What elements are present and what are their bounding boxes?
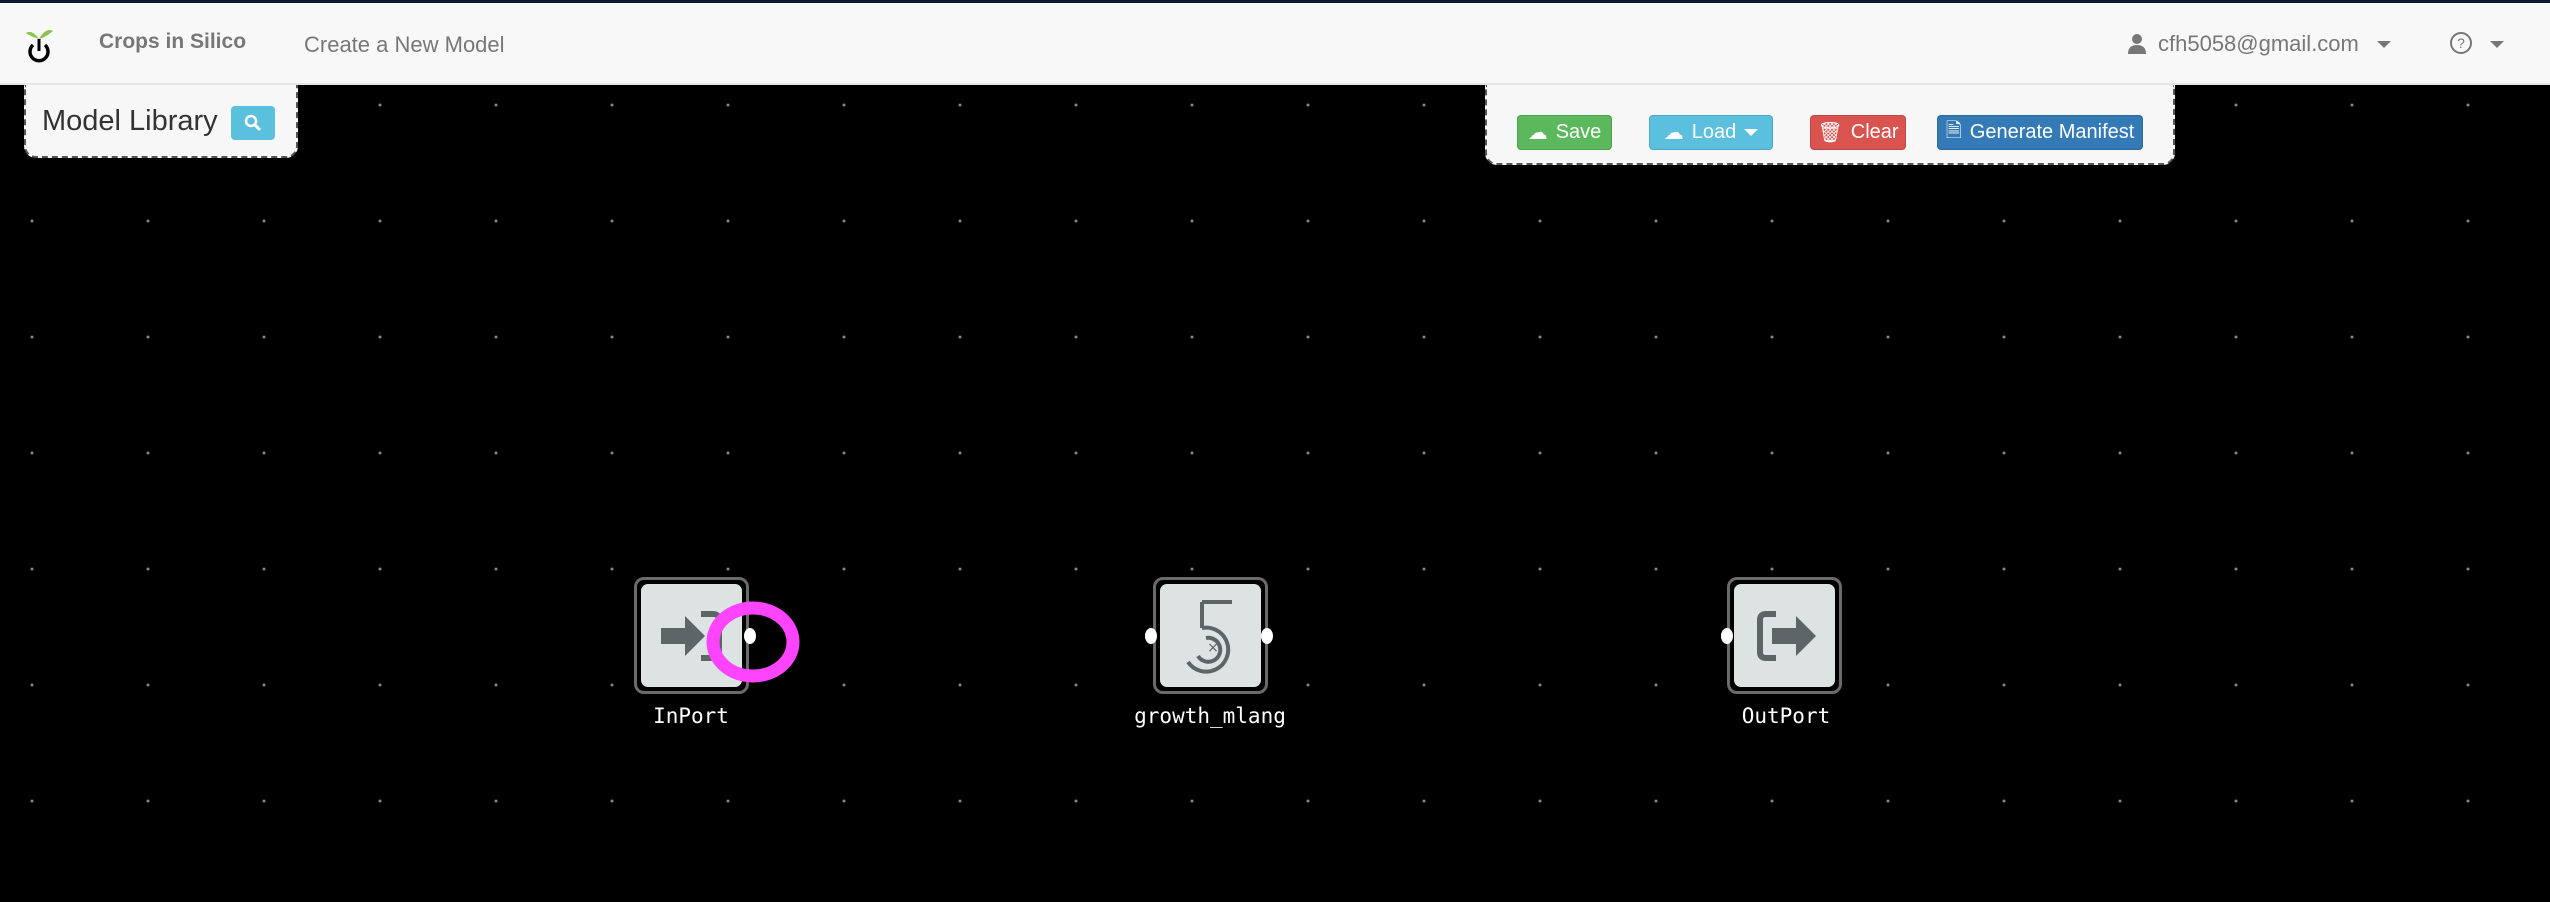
sprout-power-logo[interactable]	[24, 25, 54, 63]
growth-output-port[interactable]	[1261, 628, 1273, 644]
generate-manifest-button[interactable]: 🗎 Generate Manifest	[1937, 115, 2143, 150]
navbar: Crops in Silico Create a New Model cfh50…	[0, 3, 2550, 85]
node-label-outport: OutPort	[1741, 704, 1831, 728]
click-highlight-ring	[706, 601, 800, 683]
clear-button[interactable]: 🗑 Clear	[1810, 115, 1906, 150]
help-circle-icon[interactable]: ?	[2449, 31, 2473, 55]
help-chevron-down-icon[interactable]	[2490, 41, 2504, 48]
search-icon	[244, 114, 262, 132]
sign-out-icon	[1756, 610, 1816, 661]
clear-label: Clear	[1850, 121, 1899, 143]
svg-text:×: ×	[1207, 640, 1219, 656]
trash-icon: 🗑	[1817, 122, 1843, 144]
brand-link[interactable]: Crops in Silico	[99, 30, 246, 54]
spiral-5-icon: ×	[1185, 599, 1232, 674]
toolbar-panel: ☁ Save ☁ Load 🗑 Clear 🗎 Generate Manifest	[1485, 85, 2175, 165]
library-search-button[interactable]	[231, 106, 275, 140]
generate-label: Generate Manifest	[1969, 121, 2135, 143]
nav-create-model[interactable]: Create a New Model	[304, 32, 505, 58]
graph-canvas[interactable]	[0, 85, 2550, 902]
user-icon	[2128, 34, 2146, 54]
model-library-panel: Model Library	[24, 85, 298, 158]
cloud-upload-icon: ☁	[1527, 122, 1548, 144]
svg-text:?: ?	[2457, 35, 2465, 51]
user-menu[interactable]: cfh5058@gmail.com	[2158, 31, 2359, 57]
load-label: Load	[1691, 121, 1737, 143]
load-button[interactable]: ☁ Load	[1649, 115, 1773, 150]
load-caret-icon	[1744, 129, 1759, 136]
outport-input-port[interactable]	[1721, 628, 1733, 644]
node-label-growth-mlang: growth_mlang	[1134, 704, 1286, 728]
node-outport[interactable]	[1727, 577, 1842, 694]
node-growth-mlang[interactable]: ×	[1153, 577, 1268, 694]
cloud-download-icon: ☁	[1663, 122, 1684, 144]
save-button[interactable]: ☁ Save	[1517, 115, 1612, 150]
node-label-inport: InPort	[653, 704, 729, 728]
growth-input-port[interactable]	[1145, 628, 1157, 644]
model-library-title: Model Library	[42, 105, 218, 137]
save-label: Save	[1555, 121, 1602, 143]
chevron-down-icon[interactable]	[2377, 41, 2391, 48]
file-icon: 🗎	[1945, 119, 1962, 142]
